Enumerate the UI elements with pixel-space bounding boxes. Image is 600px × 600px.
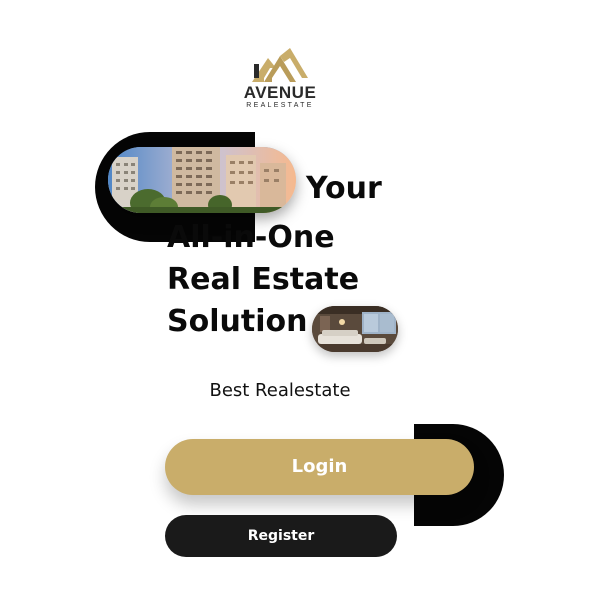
headline-line-4: Solution [167, 304, 308, 339]
living-room-interior-photo [312, 306, 398, 352]
logo-wordmark: AVENUE [243, 83, 317, 102]
house-roofs-icon [252, 48, 308, 82]
logo-subtitle: REALESTATE [246, 102, 314, 109]
headline-line-1: Your [306, 171, 382, 206]
login-button[interactable]: Login [165, 439, 474, 495]
headline-line-3: Real Estate [167, 262, 360, 297]
apartment-buildings-photo [108, 147, 296, 213]
welcome-screen: AVENUE REALESTATE Your All-in-One Real E… [0, 0, 600, 600]
register-button[interactable]: Register [165, 515, 397, 557]
headline-line-2: All-in-One [167, 220, 335, 255]
brand-logo: AVENUE REALESTATE [230, 48, 330, 110]
tagline: Best Realestate [209, 380, 351, 401]
